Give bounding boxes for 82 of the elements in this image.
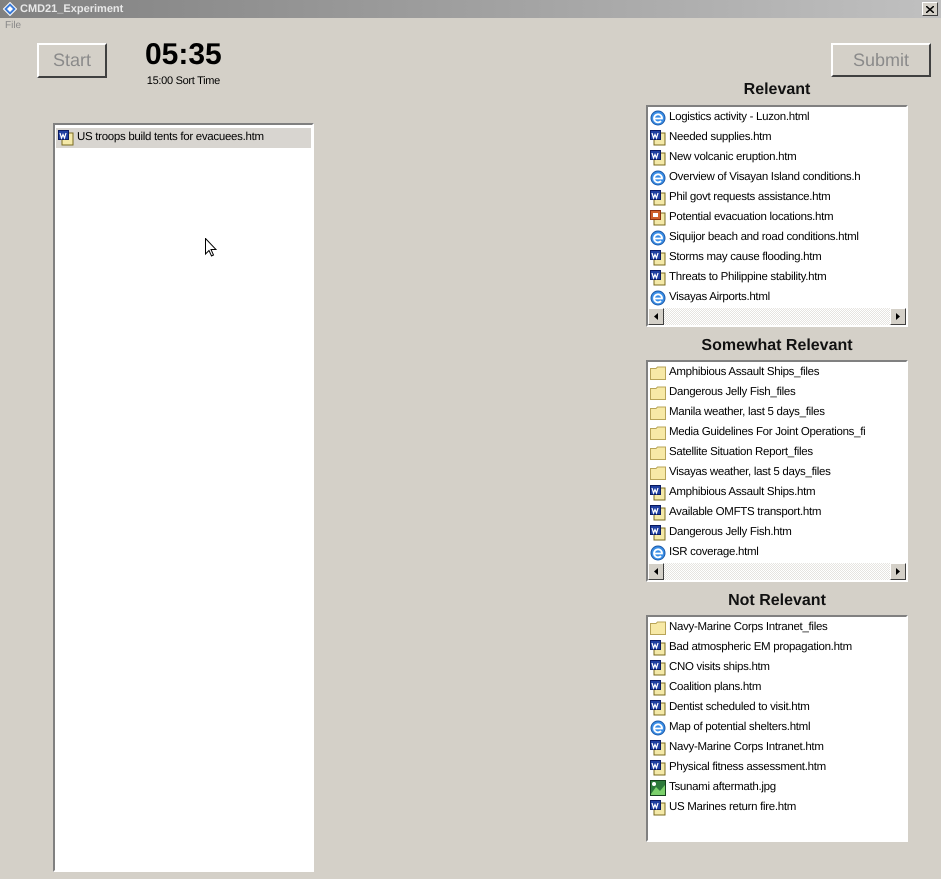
slides-document-icon bbox=[650, 210, 666, 226]
folder-icon bbox=[650, 366, 666, 380]
folder-icon bbox=[650, 466, 666, 480]
word-document-icon bbox=[650, 700, 666, 716]
web-page-icon bbox=[650, 230, 666, 246]
list-entry[interactable]: Navy-Marine Corps Intranet.htm bbox=[648, 738, 906, 758]
scroll-left-button[interactable] bbox=[648, 308, 664, 325]
horizontal-scrollbar[interactable] bbox=[648, 308, 906, 325]
list-entry[interactable]: Dentist scheduled to visit.htm bbox=[648, 698, 906, 718]
image-file-icon bbox=[650, 780, 666, 796]
countdown-timer: 05:35 bbox=[145, 37, 222, 73]
close-button[interactable] bbox=[922, 2, 938, 16]
web-page-icon bbox=[650, 545, 666, 561]
list-entry[interactable]: Amphibious Assault Ships.htm bbox=[648, 483, 906, 503]
list-entry[interactable]: Map of potential shelters.html bbox=[648, 718, 906, 738]
list-entry[interactable]: Manila weather, last 5 days_files bbox=[648, 403, 906, 423]
word-document-icon bbox=[650, 270, 666, 286]
word-document-icon bbox=[650, 800, 666, 816]
web-page-icon bbox=[650, 290, 666, 306]
word-document-icon bbox=[650, 760, 666, 776]
word-document-icon bbox=[650, 740, 666, 756]
category-heading: Somewhat Relevant bbox=[700, 336, 854, 356]
web-page-icon bbox=[650, 720, 666, 736]
folder-icon bbox=[650, 446, 666, 460]
word-document-icon bbox=[650, 660, 666, 676]
timer-caption: 15:00 Sort Time bbox=[146, 74, 220, 89]
app-icon bbox=[3, 2, 17, 16]
scroll-right-button[interactable] bbox=[890, 563, 906, 580]
word-document-icon bbox=[650, 130, 666, 146]
list-entry[interactable]: Phil govt requests assistance.htm bbox=[648, 188, 906, 208]
category-heading: Relevant bbox=[742, 80, 812, 100]
list-entry[interactable]: ISR coverage.html bbox=[648, 543, 906, 563]
list-entry[interactable]: Coalition plans.htm bbox=[648, 678, 906, 698]
word-document-icon bbox=[650, 150, 666, 166]
list-entry[interactable]: Available OMFTS transport.htm bbox=[648, 503, 906, 523]
list-entry[interactable]: Storms may cause flooding.htm bbox=[648, 248, 906, 268]
list-entry[interactable]: Physical fitness assessment.htm bbox=[648, 758, 906, 778]
list-entry[interactable]: Logistics activity - Luzon.html bbox=[648, 108, 906, 128]
word-document-icon bbox=[650, 525, 666, 541]
list-entry[interactable]: Siquijor beach and road conditions.html bbox=[648, 228, 906, 248]
word-document-icon bbox=[58, 130, 74, 146]
word-document-icon bbox=[650, 640, 666, 656]
list-entry[interactable]: Satellite Situation Report_files bbox=[648, 443, 906, 463]
category-heading: Not Relevant bbox=[727, 591, 827, 611]
list-entry[interactable]: US Marines return fire.htm bbox=[648, 798, 906, 818]
right-arrow-icon bbox=[896, 313, 900, 320]
list-entry[interactable]: Media Guidelines For Joint Operations_fi bbox=[648, 423, 906, 443]
close-icon bbox=[926, 6, 934, 12]
folder-icon bbox=[650, 621, 666, 635]
folder-icon bbox=[650, 386, 666, 400]
list-entry[interactable]: Needed supplies.htm bbox=[648, 128, 906, 148]
list-entry[interactable]: Potential evacuation locations.htm bbox=[648, 208, 906, 228]
folder-icon bbox=[650, 406, 666, 420]
mouse-pointer-icon bbox=[205, 238, 217, 257]
left-arrow-icon bbox=[654, 313, 658, 320]
list-entry[interactable]: Overview of Visayan Island conditions.h bbox=[648, 168, 906, 188]
list-entry[interactable]: Dangerous Jelly Fish_files bbox=[648, 383, 906, 403]
web-page-icon bbox=[650, 170, 666, 186]
list-entry[interactable]: Tsunami aftermath.jpg bbox=[648, 778, 906, 798]
word-document-icon bbox=[650, 190, 666, 206]
list-entry[interactable]: Navy-Marine Corps Intranet_files bbox=[648, 618, 906, 638]
list-entry[interactable]: Bad atmospheric EM propagation.htm bbox=[648, 638, 906, 658]
word-document-icon bbox=[650, 250, 666, 266]
list-entry[interactable]: Dangerous Jelly Fish.htm bbox=[648, 523, 906, 543]
right-arrow-icon bbox=[896, 568, 900, 575]
list-entry[interactable]: Visayas weather, last 5 days_files bbox=[648, 463, 906, 483]
web-page-icon bbox=[650, 110, 666, 126]
list-entry[interactable]: US troops build tents for evacuees.htm bbox=[56, 128, 311, 148]
folder-icon bbox=[650, 426, 666, 440]
word-document-icon bbox=[650, 505, 666, 521]
list-entry[interactable]: New volcanic eruption.htm bbox=[648, 148, 906, 168]
scroll-left-button[interactable] bbox=[648, 563, 664, 580]
list-entry[interactable]: Visayas Airports.html bbox=[648, 288, 906, 308]
window-title: CMD21_Experiment bbox=[20, 2, 124, 17]
scroll-right-button[interactable] bbox=[890, 308, 906, 325]
left-arrow-icon bbox=[654, 568, 658, 575]
word-document-icon bbox=[650, 485, 666, 501]
list-entry[interactable]: CNO visits ships.htm bbox=[648, 658, 906, 678]
list-entry[interactable]: Threats to Philippine stability.htm bbox=[648, 268, 906, 288]
horizontal-scrollbar[interactable] bbox=[648, 563, 906, 580]
word-document-icon bbox=[650, 680, 666, 696]
list-entry[interactable]: Amphibious Assault Ships_files bbox=[648, 363, 906, 383]
